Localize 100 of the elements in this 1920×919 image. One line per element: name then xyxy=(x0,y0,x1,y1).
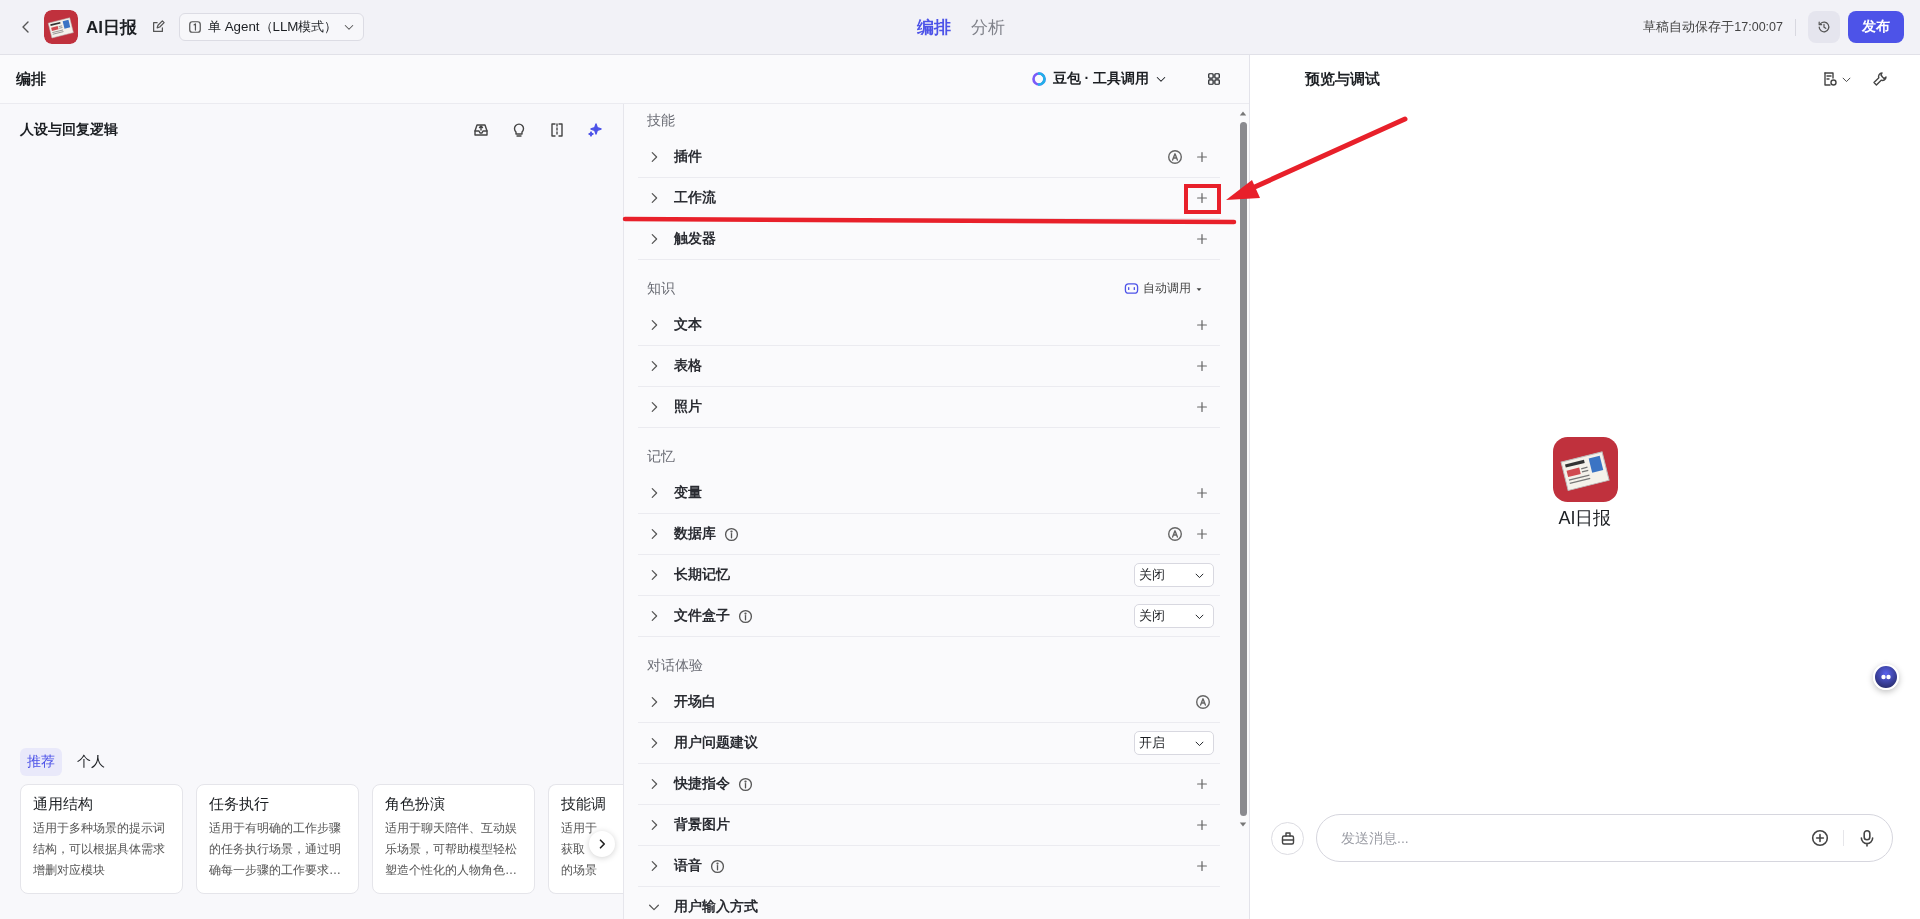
nav-tab[interactable]: 编排 xyxy=(917,15,951,39)
wrench-icon[interactable] xyxy=(1872,71,1888,87)
document-icon xyxy=(1822,71,1838,87)
setting-row[interactable]: 开场白 xyxy=(638,682,1220,723)
setting-row[interactable]: 数据库 xyxy=(638,514,1220,555)
select-dropdown[interactable]: 关闭 xyxy=(1134,563,1214,587)
panel-title: 预览与调试 xyxy=(1305,69,1381,89)
select-dropdown[interactable]: 关闭 xyxy=(1134,604,1214,628)
setting-label: 工作流 xyxy=(674,189,716,207)
setting-row[interactable]: 用户输入方式 xyxy=(638,887,1220,919)
setting-row[interactable]: 长期记忆 关闭 xyxy=(638,555,1220,596)
card-title: 通用结构 xyxy=(33,795,94,814)
setting-label: 长期记忆 xyxy=(674,566,730,584)
setting-row[interactable]: 照片 xyxy=(638,387,1220,428)
newspaper-icon xyxy=(44,10,78,44)
highlight-box xyxy=(1184,184,1221,214)
add-icon[interactable] xyxy=(1811,829,1829,847)
section-title: 编排 xyxy=(16,69,47,89)
setting-label: 快捷指令 xyxy=(674,775,730,793)
nav-tab[interactable]: 分析 xyxy=(971,15,1005,39)
template-card[interactable]: 任务执行 适用于有明确的工作步骤的任务执行场景，通过明确每一步骤的工作要求… xyxy=(196,784,359,894)
split-icon[interactable] xyxy=(549,122,565,138)
section-label: 技能 xyxy=(647,111,676,130)
section-label: 知识 xyxy=(647,279,676,298)
plus-icon[interactable] xyxy=(1195,527,1209,541)
card-description: 的场景 xyxy=(561,862,597,879)
card-title: 技能调 xyxy=(561,795,607,814)
setting-label: 语音 xyxy=(674,857,702,875)
template-tab[interactable]: 个人 xyxy=(70,748,112,776)
setting-row[interactable]: 变量 xyxy=(638,473,1220,514)
setting-label: 用户问题建议 xyxy=(674,734,758,752)
setting-label: 开场白 xyxy=(674,693,716,711)
template-card[interactable]: 角色扮演 适用于聊天陪伴、互动娱乐场景，可帮助模型轻松塑造个性化的人物角色… xyxy=(372,784,535,894)
auto-icon xyxy=(1195,694,1211,710)
setting-row[interactable]: 工作流 xyxy=(638,178,1220,219)
panel-title: 人设与回复逻辑 xyxy=(20,121,119,139)
auto-call-dropdown[interactable]: 自动调用 xyxy=(1124,280,1203,297)
setting-row[interactable]: 表格 xyxy=(638,346,1220,387)
ring-icon xyxy=(1030,71,1047,87)
card-description: 获取 xyxy=(561,841,585,858)
setting-label: 文件盒子 xyxy=(674,607,730,625)
newspaper-icon xyxy=(1552,437,1618,502)
plus-icon[interactable] xyxy=(1195,818,1209,832)
section-label: 记忆 xyxy=(647,447,676,466)
auto-icon xyxy=(1167,149,1183,165)
mode-icon xyxy=(188,20,202,34)
setting-row[interactable]: 快捷指令 xyxy=(638,764,1220,805)
template-card[interactable]: 技能调 适用于 获取 的场景 xyxy=(548,784,623,894)
card-description: 适用于有明确的工作步骤的任务执行场景，通过明确每一步骤的工作要求… xyxy=(209,820,342,879)
setting-row[interactable]: 背景图片 xyxy=(638,805,1220,846)
briefcase-icon xyxy=(1279,830,1296,846)
model-selector[interactable]: 豆包 · 工具调用 xyxy=(1024,69,1173,89)
microphone-icon[interactable] xyxy=(1858,829,1876,847)
bot-icon xyxy=(1124,281,1139,296)
select-dropdown[interactable]: 开启 xyxy=(1134,731,1214,755)
assistant-button[interactable] xyxy=(1873,664,1899,690)
card-title: 角色扮演 xyxy=(385,795,446,814)
setting-label: 照片 xyxy=(674,398,702,416)
template-card[interactable]: 通用结构 适用于多种场景的提示词结构，可以根据具体需求增删对应模块 xyxy=(20,784,183,894)
setting-row[interactable]: 用户问题建议 开启 xyxy=(638,723,1220,764)
history-button[interactable] xyxy=(1808,11,1840,43)
setting-row[interactable]: 文件盒子 关闭 xyxy=(638,596,1220,637)
plus-icon[interactable] xyxy=(1195,318,1209,332)
plus-icon[interactable] xyxy=(1195,486,1209,500)
mode-dropdown[interactable]: 单 Agent（LLM模式） xyxy=(179,13,365,41)
plus-icon[interactable] xyxy=(1195,859,1209,873)
setting-row[interactable]: 插件 xyxy=(638,137,1220,178)
setting-label: 表格 xyxy=(674,357,702,375)
tray-icon[interactable] xyxy=(473,122,489,138)
plus-icon[interactable] xyxy=(1195,150,1209,164)
caret-icon xyxy=(1239,110,1247,118)
setting-row[interactable]: 触发器 xyxy=(638,219,1220,260)
setting-row[interactable]: 文本 xyxy=(638,305,1220,346)
bot-name: AI日报 xyxy=(1558,507,1612,530)
setting-row[interactable]: 语音 xyxy=(638,846,1220,887)
plus-icon[interactable] xyxy=(1195,232,1209,246)
template-tab[interactable]: 推荐 xyxy=(20,748,62,776)
setting-label: 背景图片 xyxy=(674,816,730,834)
sparkle-icon[interactable] xyxy=(587,122,603,138)
plus-icon[interactable] xyxy=(1195,777,1209,791)
setting-label: 触发器 xyxy=(674,230,716,248)
card-description: 适用于多种场景的提示词结构，可以根据具体需求增删对应模块 xyxy=(33,820,166,879)
toolbox-button[interactable] xyxy=(1271,821,1304,855)
save-status: 草稿自动保存于17:00:07 xyxy=(1643,18,1796,36)
grid-icon[interactable] xyxy=(1207,72,1221,86)
setting-label: 插件 xyxy=(674,148,702,166)
setting-label: 变量 xyxy=(674,484,702,502)
plus-icon[interactable] xyxy=(1195,359,1209,373)
edit-icon[interactable] xyxy=(151,20,165,34)
plus-icon[interactable] xyxy=(1195,400,1209,414)
caret-icon xyxy=(1239,820,1247,828)
display-options-button[interactable] xyxy=(1822,71,1852,87)
card-title: 任务执行 xyxy=(209,795,270,814)
auto-icon xyxy=(1167,526,1183,542)
plus-icon[interactable] xyxy=(1195,191,1209,205)
bulb-icon[interactable] xyxy=(511,122,527,138)
section-label: 对话体验 xyxy=(647,656,704,675)
message-input[interactable]: 发送消息... xyxy=(1339,829,1797,847)
publish-button[interactable]: 发布 xyxy=(1848,11,1904,43)
history-icon xyxy=(1817,20,1831,34)
